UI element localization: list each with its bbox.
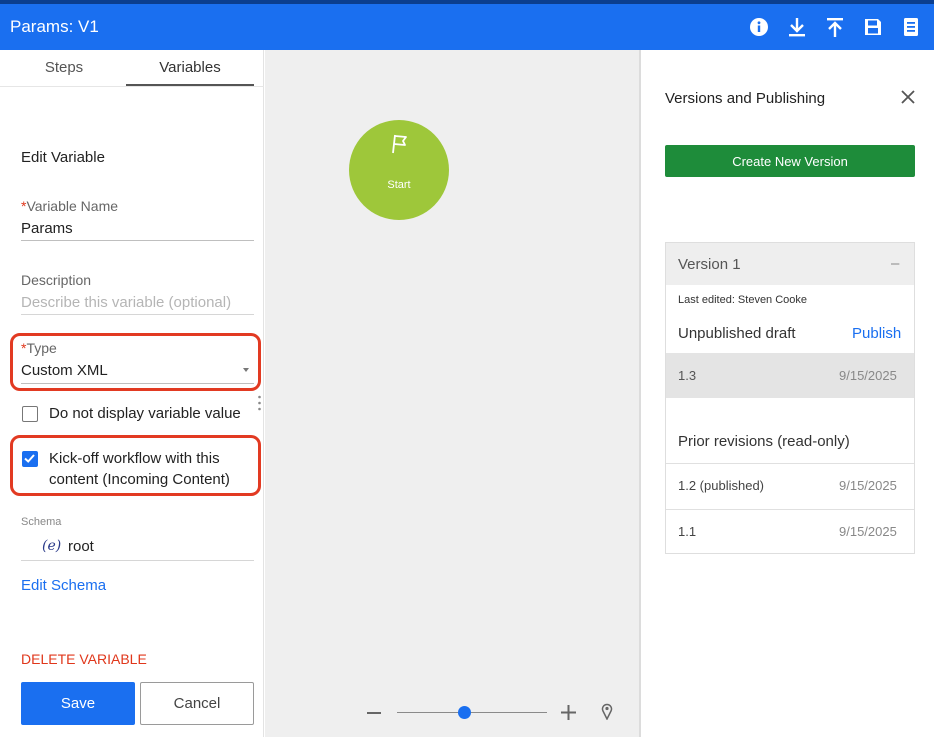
- type-label-text: Type: [26, 340, 57, 356]
- description-label: Description: [21, 272, 92, 288]
- download-icon[interactable]: [786, 16, 808, 38]
- start-node-label: Start: [387, 179, 411, 191]
- versions-panel-title: Versions and Publishing: [665, 90, 826, 107]
- variable-name-label-text: Variable Name: [26, 198, 119, 214]
- workflow-canvas[interactable]: Start: [265, 50, 639, 737]
- description-input[interactable]: Describe this variable (optional): [21, 294, 231, 311]
- location-pin-icon[interactable]: [601, 703, 613, 721]
- panel-tabs: Steps Variables: [0, 50, 264, 87]
- save-button[interactable]: Save: [21, 682, 135, 725]
- tab-steps[interactable]: Steps: [0, 50, 128, 86]
- schema-value: root: [68, 538, 94, 555]
- close-icon[interactable]: [900, 89, 916, 105]
- versions-panel: Versions and Publishing Create New Versi…: [641, 50, 934, 737]
- schema-type-badge: (e): [42, 538, 62, 554]
- revision-date: 9/15/2025: [839, 524, 897, 539]
- tab-variables[interactable]: Variables: [126, 50, 254, 86]
- cancel-button[interactable]: Cancel: [140, 682, 254, 725]
- page-title: Params: V1: [10, 17, 99, 36]
- create-version-button[interactable]: Create New Version: [665, 145, 915, 177]
- revision-id: 1.1: [678, 524, 697, 539]
- zoom-slider-thumb[interactable]: [458, 706, 471, 719]
- type-select[interactable]: Custom XML: [21, 362, 108, 379]
- revision-date: 9/15/2025: [839, 478, 897, 493]
- schema-label: Schema: [21, 516, 62, 528]
- info-icon[interactable]: [748, 16, 770, 38]
- last-edited: Last edited: Steven Cooke: [678, 294, 808, 306]
- kickoff-label-line1: Kick-off workflow with this: [49, 450, 220, 467]
- version-card: Version 1 – Last edited: Steven Cooke Un…: [665, 242, 915, 554]
- section-title: Edit Variable: [21, 149, 105, 166]
- current-revision-row[interactable]: 1.3 9/15/2025: [666, 353, 914, 398]
- hide-value-label: Do not display variable value: [49, 405, 241, 422]
- draft-status: Unpublished draft: [678, 325, 796, 342]
- caret-down-icon[interactable]: [243, 368, 249, 372]
- revision-id: 1.3: [678, 368, 697, 383]
- prior-revisions-title: Prior revisions (read-only): [678, 433, 850, 450]
- version-header-label: Version 1: [678, 256, 741, 273]
- zoom-out-icon[interactable]: [367, 712, 381, 714]
- revision-row[interactable]: 1.2 (published) 9/15/2025: [666, 464, 914, 509]
- variable-editor-panel: Steps Variables Edit Variable *Variable …: [0, 50, 264, 737]
- schema-underline: [21, 560, 254, 561]
- hide-value-checkbox[interactable]: [22, 406, 38, 422]
- collapse-icon[interactable]: –: [891, 255, 899, 272]
- kickoff-checkbox[interactable]: [22, 451, 38, 467]
- edit-schema-link[interactable]: Edit Schema: [21, 577, 106, 594]
- delete-variable-button[interactable]: DELETE VARIABLE: [21, 651, 147, 667]
- start-node[interactable]: Start: [349, 120, 449, 220]
- zoom-in-icon[interactable]: [561, 705, 576, 720]
- zoom-slider-track[interactable]: [397, 712, 547, 713]
- type-underline: [21, 383, 254, 384]
- drag-handle-icon[interactable]: [258, 395, 261, 413]
- notes-icon[interactable]: [900, 16, 922, 38]
- type-label: *Type: [21, 340, 57, 356]
- revision-date: 9/15/2025: [839, 368, 897, 383]
- kickoff-label-line2: content (Incoming Content): [49, 471, 230, 488]
- upload-icon[interactable]: [824, 16, 846, 38]
- description-underline: [21, 314, 254, 315]
- publish-link[interactable]: Publish: [852, 325, 901, 342]
- variable-name-label: *Variable Name: [21, 198, 118, 214]
- revision-row[interactable]: 1.1 9/15/2025: [666, 510, 914, 554]
- save-icon[interactable]: [862, 16, 884, 38]
- variable-name-underline: [21, 240, 254, 241]
- app-header: Params: V1: [0, 0, 934, 50]
- revision-id: 1.2 (published): [678, 478, 764, 493]
- version-header[interactable]: Version 1 –: [666, 243, 914, 285]
- flag-icon: [392, 134, 407, 154]
- variable-name-input[interactable]: Params: [21, 220, 73, 237]
